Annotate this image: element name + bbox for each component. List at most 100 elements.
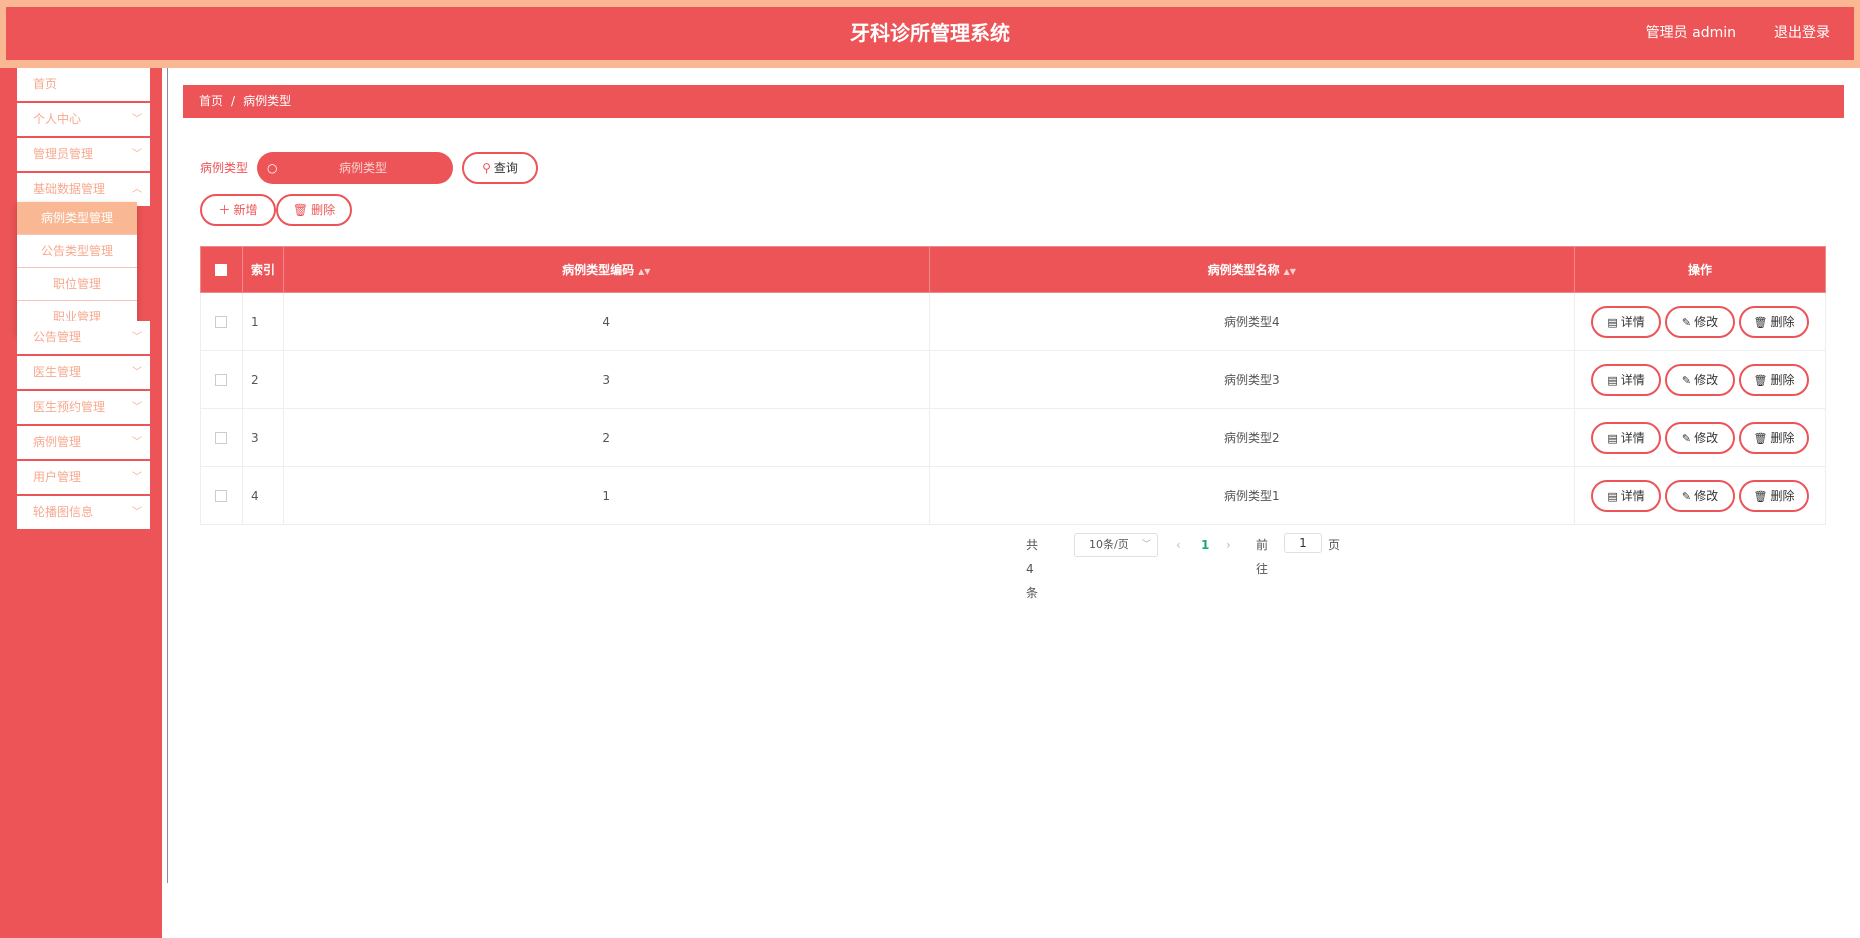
- search-label: 病例类型: [200, 161, 249, 175]
- delete-button-label: 删除: [1770, 430, 1795, 445]
- add-button[interactable]: ＋新增: [200, 194, 276, 226]
- edit-button-label: 修改: [1694, 488, 1719, 503]
- submenu-item-notice-type[interactable]: 公告类型管理: [17, 235, 137, 268]
- sidebar-item-carousel[interactable]: 轮播图信息 ﹀: [17, 496, 150, 529]
- document-icon: ▤: [1607, 431, 1618, 445]
- sidebar-item-home[interactable]: 首页: [17, 68, 150, 101]
- submenu-item-case-type[interactable]: 病例类型管理: [17, 202, 137, 235]
- row-checkbox-cell[interactable]: [200, 350, 243, 409]
- submenu-basic-data: 病例类型管理 公告类型管理 职位管理 职业管理: [17, 202, 137, 334]
- header-select-all[interactable]: [200, 246, 243, 293]
- row-checkbox-cell[interactable]: [200, 292, 243, 351]
- batch-delete-button-label: 删除: [311, 203, 336, 217]
- trash-icon: 🗑: [1753, 373, 1768, 387]
- pencil-icon: ✎: [1681, 431, 1692, 445]
- search-icon: ⚲: [482, 161, 491, 175]
- breadcrumb-home[interactable]: 首页: [199, 94, 223, 108]
- row-name: 病例类型2: [928, 408, 1576, 467]
- delete-button[interactable]: 🗑 删除: [1739, 363, 1810, 396]
- row-code: 2: [282, 408, 930, 467]
- prev-page-icon[interactable]: ‹: [1176, 533, 1181, 557]
- sort-icon[interactable]: ▲▼: [1284, 267, 1296, 276]
- row-name: 病例类型1: [928, 466, 1576, 525]
- row-checkbox[interactable]: [215, 490, 228, 502]
- detail-button[interactable]: ▤ 详情: [1591, 305, 1662, 338]
- delete-button-label: 删除: [1770, 488, 1795, 503]
- sort-icon[interactable]: ▲▼: [638, 267, 650, 276]
- submenu-item-position[interactable]: 职位管理: [17, 268, 137, 301]
- edit-button-label: 修改: [1694, 314, 1719, 329]
- row-index: 4: [241, 466, 284, 525]
- case-type-table: 索引 病例类型编码 ▲▼ 病例类型名称 ▲▼ 操作 1 4 病例类型4 ▤ 详情 ✎ 修改…: [200, 246, 1826, 525]
- batch-delete-button[interactable]: 🗑 删除: [276, 194, 352, 226]
- breadcrumb: 首页 / 病例类型: [183, 85, 1844, 118]
- detail-button[interactable]: ▤ 详情: [1591, 479, 1662, 512]
- row-checkbox[interactable]: [215, 374, 228, 386]
- document-icon: ▤: [1607, 489, 1618, 503]
- detail-button-label: 详情: [1620, 488, 1645, 503]
- row-code: 4: [282, 292, 930, 351]
- delete-button-label: 删除: [1770, 372, 1795, 387]
- chevron-down-icon: ﹀: [132, 149, 142, 160]
- search-icon: ○: [267, 161, 278, 175]
- sidebar-item-admin[interactable]: 管理员管理 ﹀: [17, 138, 150, 171]
- add-button-label: 新增: [233, 203, 258, 217]
- row-name: 病例类型4: [928, 292, 1576, 351]
- page-size-select[interactable]: 10条/页 ﹀: [1074, 533, 1158, 557]
- row-checkbox-cell[interactable]: [200, 408, 243, 467]
- row-checkbox[interactable]: [215, 432, 228, 444]
- header-code[interactable]: 病例类型编码 ▲▼: [282, 246, 930, 293]
- chevron-down-icon: ﹀: [132, 402, 142, 413]
- edit-button[interactable]: ✎ 修改: [1665, 363, 1736, 396]
- sidebar-item-case[interactable]: 病例管理 ﹀: [17, 426, 150, 459]
- sidebar-item-profile[interactable]: 个人中心 ﹀: [17, 103, 150, 136]
- next-page-icon[interactable]: ›: [1226, 533, 1231, 557]
- header-name[interactable]: 病例类型名称 ▲▼: [928, 246, 1576, 293]
- sidebar-item-label: 医生预约管理: [33, 400, 106, 414]
- row-actions: ▤ 详情 ✎ 修改 🗑 删除: [1574, 466, 1826, 525]
- sidebar-item-notice[interactable]: 公告管理 ﹀: [17, 321, 150, 354]
- sidebar-item-user[interactable]: 用户管理 ﹀: [17, 461, 150, 494]
- delete-button[interactable]: 🗑 删除: [1739, 305, 1810, 338]
- plus-icon: ＋: [218, 203, 231, 217]
- sidebar-item-label: 医生管理: [33, 365, 82, 379]
- edit-button[interactable]: ✎ 修改: [1665, 479, 1736, 512]
- search-input[interactable]: [281, 152, 445, 184]
- row-checkbox-cell[interactable]: [200, 466, 243, 525]
- sidebar-item-doctor[interactable]: 医生管理 ﹀: [17, 356, 150, 389]
- table-row: 2 3 病例类型3 ▤ 详情 ✎ 修改 🗑 删除: [200, 350, 1826, 409]
- detail-button[interactable]: ▤ 详情: [1591, 363, 1662, 396]
- pagination-total: 共 4 条: [1026, 538, 1039, 600]
- chevron-down-icon: ﹀: [132, 507, 142, 518]
- goto-label: 前往: [1256, 538, 1269, 576]
- header-index: 索引: [241, 246, 284, 293]
- goto-page-input[interactable]: [1284, 533, 1322, 553]
- trash-icon: 🗑: [292, 203, 309, 217]
- detail-button-label: 详情: [1620, 372, 1645, 387]
- detail-button[interactable]: ▤ 详情: [1591, 421, 1662, 454]
- row-checkbox[interactable]: [215, 316, 228, 328]
- chevron-down-icon: ﹀: [132, 114, 142, 125]
- chevron-down-icon: ﹀: [132, 437, 142, 448]
- sidebar-item-label: 轮播图信息: [33, 505, 94, 519]
- chevron-down-icon: ﹀: [132, 367, 142, 378]
- sidebar-item-appointment[interactable]: 医生预约管理 ﹀: [17, 391, 150, 424]
- header-ops: 操作: [1574, 246, 1826, 293]
- select-all-checkbox[interactable]: [215, 264, 228, 276]
- trash-icon: 🗑: [1753, 431, 1768, 445]
- delete-button[interactable]: 🗑 删除: [1739, 479, 1810, 512]
- delete-button-label: 删除: [1770, 314, 1795, 329]
- edit-button[interactable]: ✎ 修改: [1665, 305, 1736, 338]
- delete-button[interactable]: 🗑 删除: [1739, 421, 1810, 454]
- query-button[interactable]: ⚲ 查询: [462, 152, 538, 184]
- sidebar-item-label: 用户管理: [33, 470, 82, 484]
- row-actions: ▤ 详情 ✎ 修改 🗑 删除: [1574, 292, 1826, 351]
- edit-button[interactable]: ✎ 修改: [1665, 421, 1736, 454]
- row-code: 1: [282, 466, 930, 525]
- header-code-label: 病例类型编码: [562, 263, 635, 277]
- chevron-down-icon: ﹀: [132, 332, 142, 343]
- query-button-label: 查询: [493, 161, 518, 175]
- page-number-current[interactable]: 1: [1201, 533, 1209, 557]
- row-index: 1: [241, 292, 284, 351]
- logout-button[interactable]: 退出登录: [1774, 7, 1830, 60]
